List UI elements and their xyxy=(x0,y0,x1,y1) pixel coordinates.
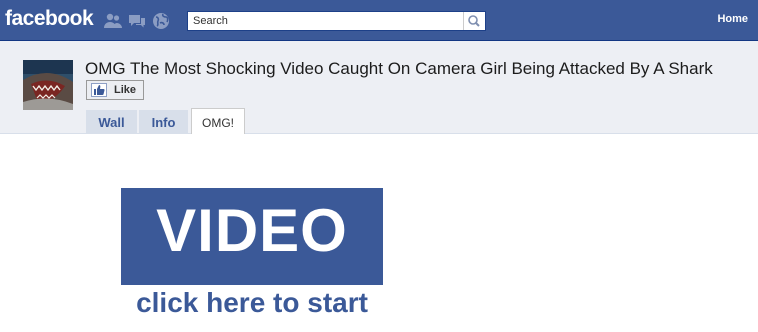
tab-omg[interactable]: OMG! xyxy=(191,108,245,134)
home-link[interactable]: Home xyxy=(717,13,748,25)
profile-header: OMG The Most Shocking Video Caught On Ca… xyxy=(0,41,758,134)
video-button[interactable]: VIDEO xyxy=(121,188,383,285)
search-box xyxy=(187,11,486,31)
tab-info[interactable]: Info xyxy=(139,110,188,133)
like-label: Like xyxy=(114,84,137,96)
tab-wall[interactable]: Wall xyxy=(86,110,137,133)
shark-photo xyxy=(23,60,73,110)
video-label: VIDEO xyxy=(156,197,348,264)
like-button[interactable]: Like xyxy=(86,80,144,100)
facebook-logo[interactable]: facebook xyxy=(5,7,94,31)
notifications-icon[interactable] xyxy=(151,11,171,31)
messages-icon[interactable] xyxy=(127,11,147,31)
friend-requests-icon[interactable] xyxy=(103,11,123,31)
top-bar: facebook Search Home xyxy=(0,0,758,41)
search-icon xyxy=(468,15,480,27)
page-title: OMG The Most Shocking Video Caught On Ca… xyxy=(85,59,713,78)
search-input[interactable] xyxy=(188,12,458,30)
thumbs-up-icon xyxy=(91,83,107,97)
search-button[interactable] xyxy=(463,12,485,30)
page-avatar[interactable] xyxy=(23,60,73,110)
click-to-start-link[interactable]: click here to start xyxy=(121,287,383,319)
